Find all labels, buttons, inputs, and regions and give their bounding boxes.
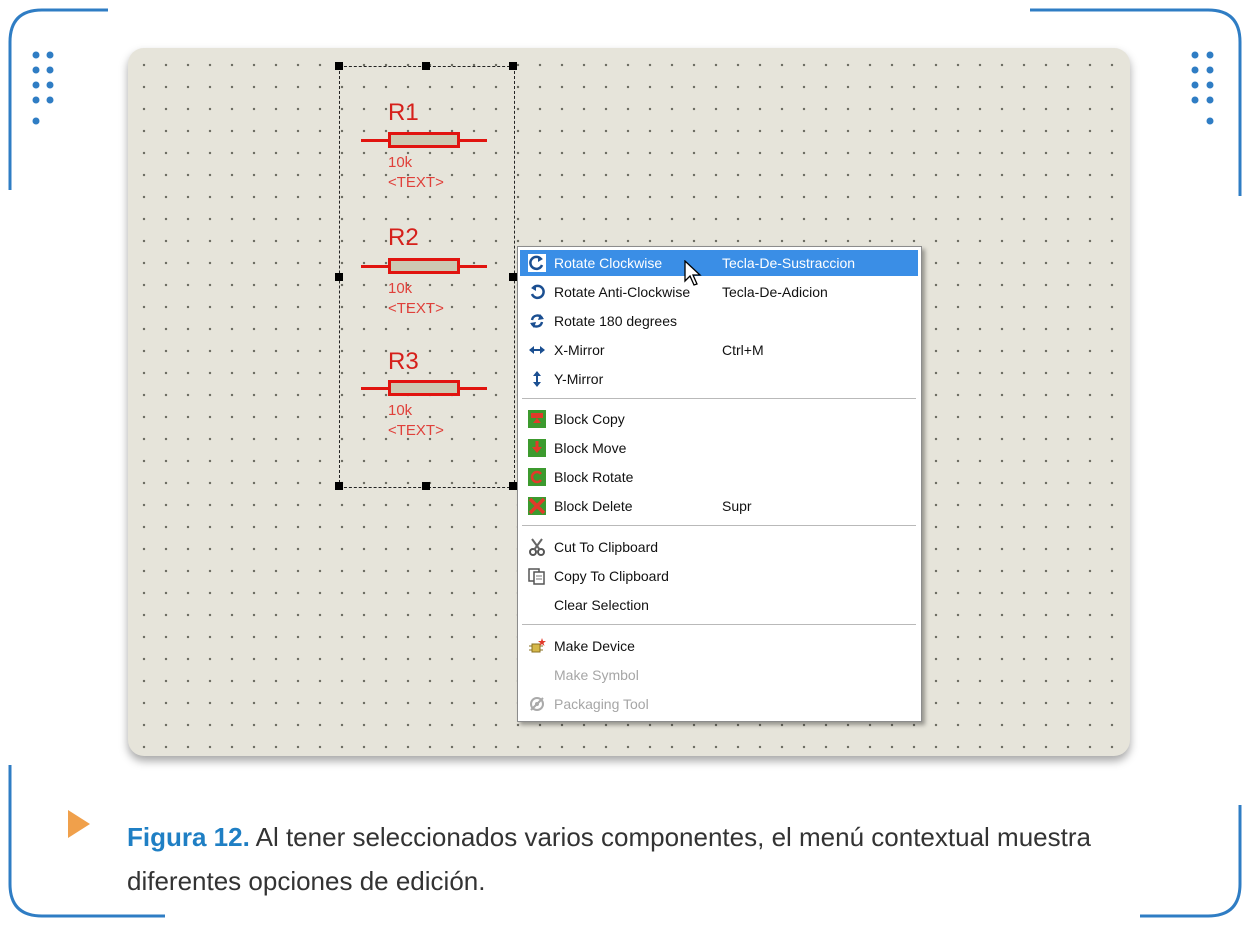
- resistor-body: [388, 132, 460, 148]
- selection-handle[interactable]: [509, 62, 517, 70]
- resistor-lead: [459, 387, 487, 390]
- resistor-lead: [361, 387, 389, 390]
- component-text: <TEXT>: [388, 300, 444, 317]
- context-menu: Rotate Clockwise Tecla-De-Sustraccion Ro…: [517, 246, 922, 722]
- block-delete-icon: [528, 497, 546, 515]
- component-text: <TEXT>: [388, 422, 444, 439]
- selection-handle[interactable]: [335, 273, 343, 281]
- resistor-lead: [459, 265, 487, 268]
- menu-item-block-delete[interactable]: Block Delete Supr: [520, 493, 918, 519]
- menu-separator: [522, 525, 916, 527]
- x-mirror-icon: [529, 346, 545, 354]
- figure-caption: Figura 12. Al tener seleccionados varios…: [127, 815, 1107, 903]
- menu-item-label: Block Copy: [554, 411, 625, 427]
- menu-item-make-symbol[interactable]: Make Symbol: [520, 662, 918, 688]
- selection-handle[interactable]: [509, 482, 517, 490]
- menu-item-shortcut: Ctrl+M: [722, 342, 764, 358]
- menu-item-clear-selection[interactable]: Clear Selection: [520, 592, 918, 618]
- menu-item-x-mirror[interactable]: X-Mirror Ctrl+M: [520, 337, 918, 363]
- menu-item-make-device[interactable]: Make Device: [520, 633, 918, 659]
- scissors-icon: [529, 538, 545, 556]
- menu-item-copy[interactable]: Copy To Clipboard: [520, 563, 918, 589]
- make-device-icon: [529, 638, 546, 653]
- menu-item-label: Block Delete: [554, 498, 633, 514]
- menu-separator: [522, 624, 916, 626]
- menu-item-rotate-clockwise[interactable]: Rotate Clockwise Tecla-De-Sustraccion: [520, 250, 918, 276]
- block-move-icon: [528, 439, 546, 457]
- resistor-body: [388, 258, 460, 274]
- selection-handle[interactable]: [335, 62, 343, 70]
- packaging-tool-icon: [530, 697, 544, 711]
- menu-item-label: Block Rotate: [554, 469, 634, 485]
- menu-item-label: X-Mirror: [554, 342, 605, 358]
- menu-item-label: Rotate Anti-Clockwise: [554, 284, 691, 300]
- component-name: R1: [388, 99, 419, 126]
- menu-item-shortcut: Tecla-De-Adicion: [722, 284, 828, 300]
- menu-item-block-copy[interactable]: Block Copy: [520, 406, 918, 432]
- menu-item-label: Rotate Clockwise: [554, 255, 663, 271]
- copy-icon: [528, 568, 545, 585]
- menu-item-label: Cut To Clipboard: [554, 539, 659, 555]
- component-value: 10k: [388, 280, 413, 297]
- component-value: 10k: [388, 402, 413, 419]
- dots-decoration-left: [32, 51, 54, 125]
- selection-handle[interactable]: [335, 482, 343, 490]
- rotate-180-icon: [530, 314, 544, 328]
- caption-text: Al tener seleccionados varios componente…: [127, 822, 1091, 896]
- menu-item-label: Copy To Clipboard: [554, 568, 669, 584]
- selection-handle[interactable]: [422, 62, 430, 70]
- component-name: R2: [388, 224, 419, 251]
- component-text: <TEXT>: [388, 174, 444, 191]
- block-copy-icon: [528, 410, 546, 428]
- menu-item-shortcut: Tecla-De-Sustraccion: [722, 255, 856, 271]
- menu-item-cut[interactable]: Cut To Clipboard: [520, 534, 918, 560]
- mouse-cursor-icon: [684, 260, 702, 286]
- menu-item-label: Block Move: [554, 440, 627, 456]
- resistor-lead: [459, 139, 487, 142]
- y-mirror-icon: [533, 371, 541, 387]
- resistor-lead: [361, 139, 389, 142]
- menu-item-label: Clear Selection: [554, 597, 649, 613]
- component-name: R3: [388, 348, 419, 375]
- component-value: 10k: [388, 154, 413, 171]
- rotate-anticlockwise-icon: [530, 284, 545, 300]
- menu-item-packaging-tool[interactable]: Packaging Tool: [520, 691, 918, 717]
- menu-separator: [522, 398, 916, 400]
- menu-item-y-mirror[interactable]: Y-Mirror: [520, 366, 918, 392]
- block-rotate-icon: [528, 468, 546, 486]
- menu-item-rotate-anticlockwise[interactable]: Rotate Anti-Clockwise Tecla-De-Adicion: [520, 279, 918, 305]
- menu-item-label: Y-Mirror: [554, 371, 604, 387]
- caption-arrow-icon: [68, 810, 90, 838]
- menu-item-block-move[interactable]: Block Move: [520, 435, 918, 461]
- menu-item-rotate-180[interactable]: Rotate 180 degrees: [520, 308, 918, 334]
- selection-handle[interactable]: [509, 273, 517, 281]
- resistor-lead: [361, 265, 389, 268]
- menu-item-block-rotate[interactable]: Block Rotate: [520, 464, 918, 490]
- selection-handle[interactable]: [422, 482, 430, 490]
- menu-item-label: Make Device: [554, 638, 635, 654]
- menu-item-label: Rotate 180 degrees: [554, 313, 677, 329]
- menu-item-shortcut: Supr: [722, 498, 752, 514]
- figure-label: Figura 12.: [127, 822, 250, 852]
- menu-item-label: Make Symbol: [554, 667, 639, 683]
- menu-item-label: Packaging Tool: [554, 696, 649, 712]
- dots-decoration-right: [1191, 51, 1214, 125]
- rotate-clockwise-icon: [528, 254, 546, 272]
- resistor-body: [388, 380, 460, 396]
